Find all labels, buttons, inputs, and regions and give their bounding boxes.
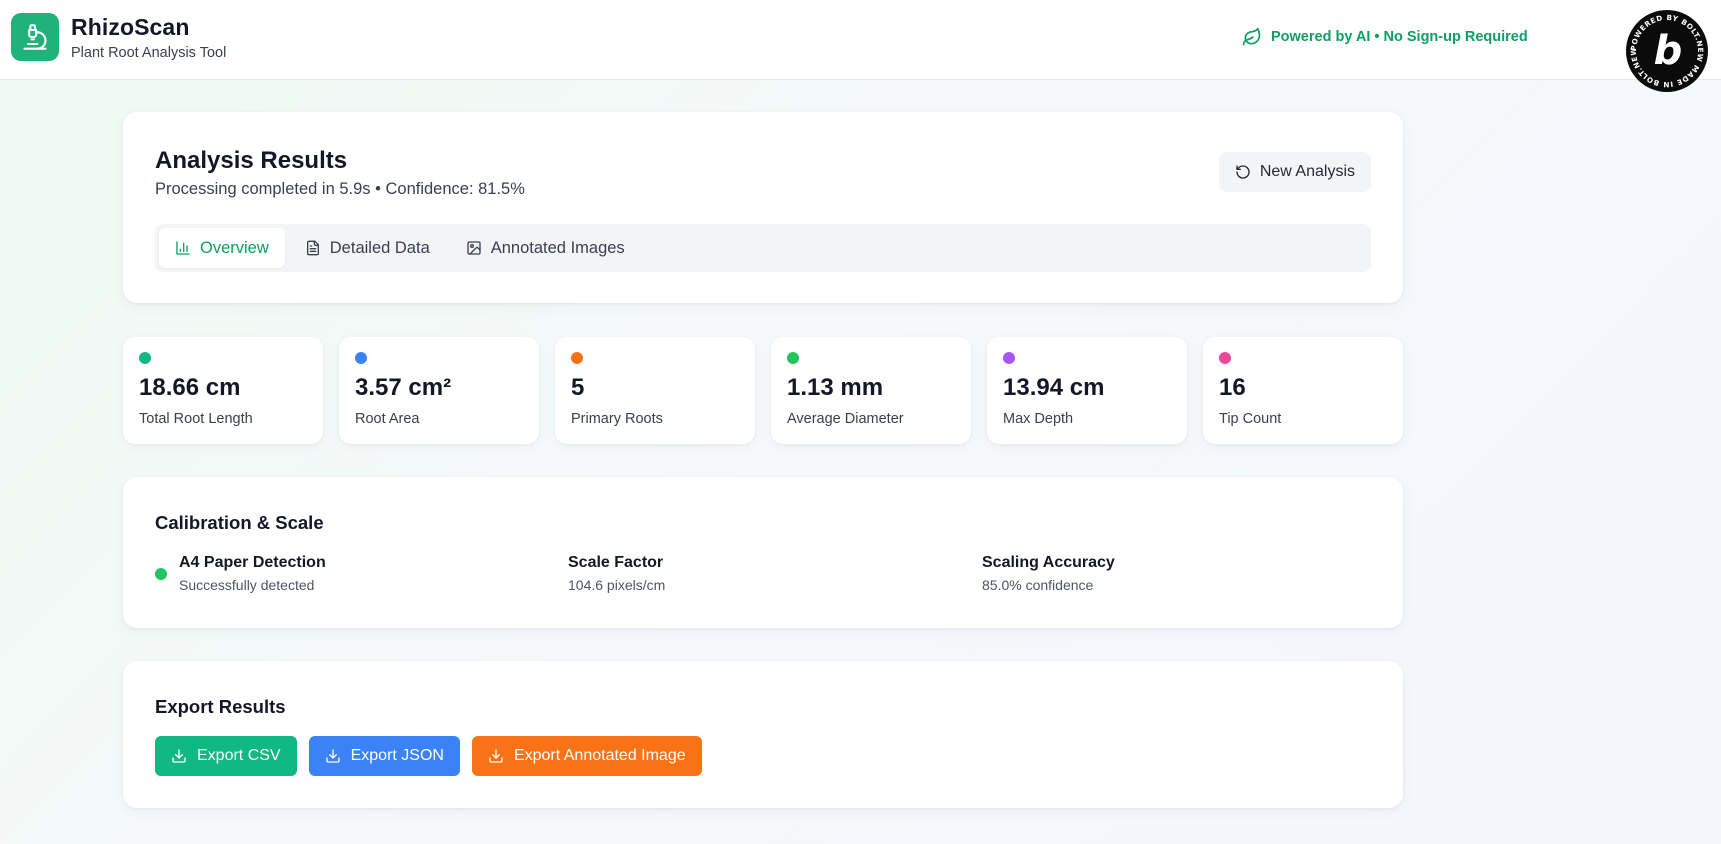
calib-item-title: A4 Paper Detection [179, 554, 326, 571]
metric-card-max-depth: 13.94 cm Max Depth [987, 337, 1187, 444]
calibration-card: Calibration & Scale A4 Paper Detection S… [123, 477, 1403, 628]
calib-item-sub: 104.6 pixels/cm [568, 577, 666, 593]
download-icon [172, 749, 186, 763]
leaf-icon [1242, 27, 1261, 46]
metric-value: 16 [1219, 374, 1246, 401]
new-analysis-label: New Analysis [1259, 163, 1355, 180]
metric-dot [1003, 352, 1015, 364]
export-title: Export Results [155, 696, 286, 717]
tab-detailed-data-label: Detailed Data [329, 238, 430, 257]
download-icon [325, 749, 340, 763]
export-csv-button[interactable]: Export CSV [155, 736, 297, 776]
image-icon [467, 241, 481, 255]
export-csv-label: Export CSV [197, 747, 281, 764]
metric-label: Max Depth [1003, 411, 1074, 427]
export-card: Export Results Export CSV Export JSON Ex… [123, 661, 1403, 808]
app-subtitle: Plant Root Analysis Tool [71, 45, 227, 61]
calib-item-scale-factor: Scale Factor 104.6 pixels/cm [568, 554, 665, 593]
metric-dot [1219, 352, 1231, 364]
metric-label: Average Diameter [787, 411, 904, 427]
bar-chart-icon [176, 241, 190, 255]
metric-label: Primary Roots [571, 411, 663, 427]
results-subtitle: Processing completed in 5.9s • Confidenc… [155, 180, 525, 198]
export-button-row: Export CSV Export JSON Export Annotated … [155, 736, 702, 776]
tab-overview-label: Overview [200, 238, 269, 257]
metric-card-average-diameter: 1.13 mm Average Diameter [771, 337, 971, 444]
calib-item-sub: 85.0% confidence [982, 577, 1094, 593]
calib-item-title: Scaling Accuracy [982, 554, 1115, 571]
metric-label: Total Root Length [139, 411, 253, 427]
export-annotated-image-label: Export Annotated Image [513, 747, 686, 764]
tab-annotated-images[interactable]: Annotated Images [450, 228, 641, 268]
metric-card-primary-roots: 5 Primary Roots [555, 337, 755, 444]
bolt-badge[interactable]: POWERED BY BOLT.NEW MADE IN BOLT.NEW b [1626, 10, 1708, 92]
results-title: Analysis Results [155, 147, 348, 174]
rotate-ccw-icon [1236, 165, 1250, 179]
tab-annotated-images-label: Annotated Images [490, 238, 625, 257]
metric-value: 3.57 cm² [355, 374, 452, 401]
metric-value: 18.66 cm [139, 374, 241, 401]
app-header: RhizoScan Plant Root Analysis Tool Power… [0, 0, 1721, 92]
detection-status-dot [155, 568, 167, 580]
analysis-results-card: Analysis Results Processing completed in… [123, 112, 1403, 303]
new-analysis-button[interactable]: New Analysis [1218, 152, 1371, 192]
export-json-button[interactable]: Export JSON [308, 736, 460, 776]
tab-overview[interactable]: Overview [159, 228, 285, 268]
ai-badge: Powered by AI • No Sign-up Required [1242, 27, 1528, 47]
calib-item-scaling-accuracy: Scaling Accuracy 85.0% confidence [982, 554, 1115, 593]
microscope-logo-icon [11, 13, 59, 61]
metric-dot [355, 352, 367, 364]
calib-item-a4-detection: A4 Paper Detection Successfully detected [179, 554, 326, 593]
metric-card-tip-count: 16 Tip Count [1203, 337, 1403, 444]
metrics-grid: 18.66 cm Total Root Length 3.57 cm² Root… [123, 337, 1403, 444]
calib-item-title: Scale Factor [568, 554, 664, 571]
metric-value: 5 [571, 374, 585, 401]
results-tabs: Overview Detailed Data Annotated Images [155, 224, 1371, 272]
metric-dot [139, 352, 151, 364]
bolt-logo-icon: b [1653, 28, 1683, 74]
ai-badge-text: Powered by AI • No Sign-up Required [1271, 29, 1528, 45]
tab-detailed-data[interactable]: Detailed Data [289, 228, 446, 268]
metric-card-total-root-length: 18.66 cm Total Root Length [123, 337, 323, 444]
export-json-label: Export JSON [350, 747, 444, 764]
metric-value: 1.13 mm [787, 374, 884, 401]
calib-item-sub: Successfully detected [179, 577, 315, 593]
metric-label: Root Area [355, 411, 420, 427]
app-title: RhizoScan [71, 14, 190, 40]
calibration-title: Calibration & Scale [155, 512, 324, 533]
metric-dot [571, 352, 583, 364]
download-icon [489, 749, 503, 763]
metric-label: Tip Count [1219, 411, 1282, 427]
export-annotated-image-button[interactable]: Export Annotated Image [471, 736, 702, 776]
metric-value: 13.94 cm [1003, 374, 1105, 401]
metric-dot [787, 352, 799, 364]
file-text-icon [306, 240, 319, 256]
metric-card-root-area: 3.57 cm² Root Area [339, 337, 539, 444]
